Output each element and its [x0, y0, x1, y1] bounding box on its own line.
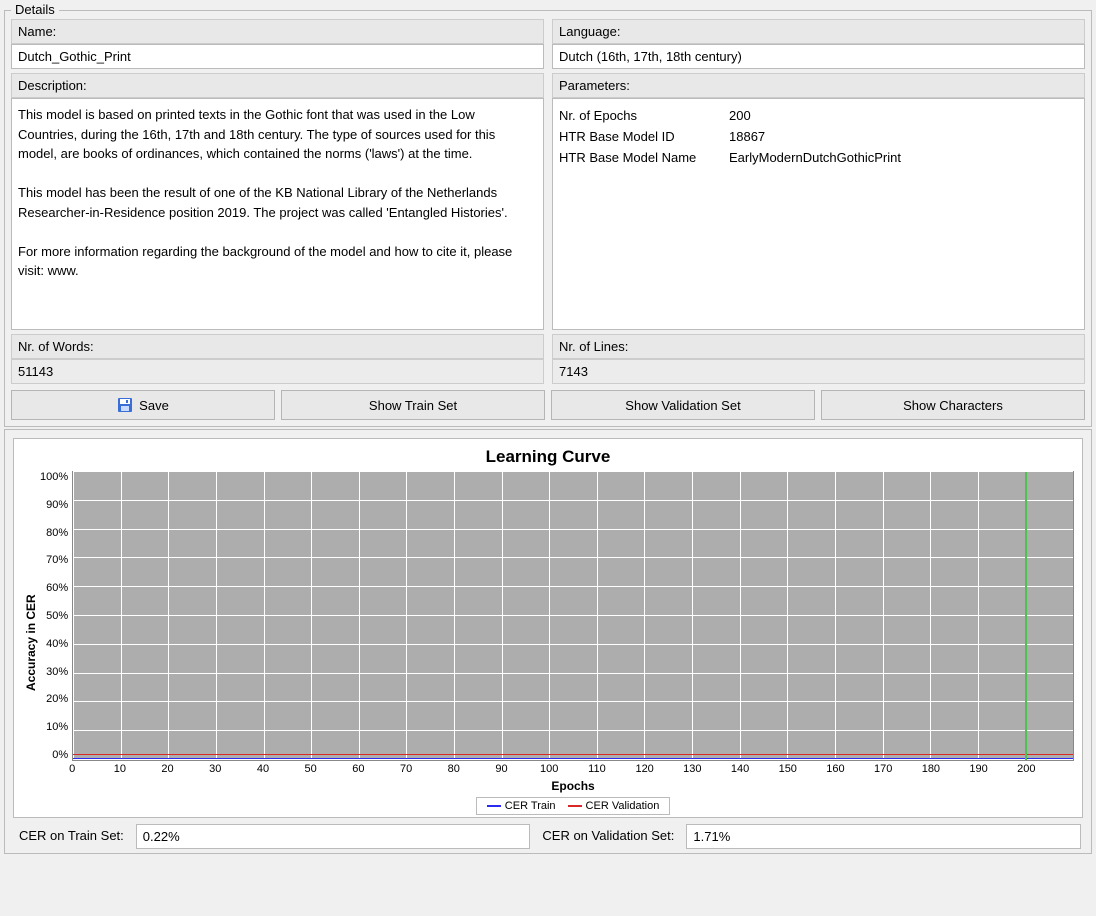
x-tick: 40 — [257, 763, 269, 775]
epoch-marker — [1025, 472, 1027, 760]
series-cer-train — [73, 758, 1073, 760]
y-tick: 60% — [40, 582, 68, 594]
y-tick: 10% — [40, 721, 68, 733]
x-tick: 180 — [922, 763, 940, 775]
y-tick: 40% — [40, 638, 68, 650]
x-tick: 30 — [209, 763, 221, 775]
y-axis-label: Accuracy in CER — [22, 471, 40, 815]
show-train-set-label: Show Train Set — [369, 398, 457, 413]
parameters-box: Nr. of Epochs200HTR Base Model ID18867HT… — [552, 98, 1085, 330]
details-legend: Details — [11, 2, 59, 17]
x-tick: 190 — [969, 763, 987, 775]
parameter-key: Nr. of Epochs — [559, 105, 729, 126]
show-validation-set-label: Show Validation Set — [625, 398, 740, 413]
y-tick: 80% — [40, 527, 68, 539]
show-validation-set-button[interactable]: Show Validation Set — [551, 390, 815, 420]
legend-label: CER Train — [505, 800, 556, 812]
legend-swatch — [568, 805, 582, 807]
description-label: Description: — [11, 73, 544, 98]
x-tick: 160 — [826, 763, 844, 775]
parameter-value: 18867 — [729, 126, 909, 147]
save-button-label: Save — [139, 398, 169, 413]
learning-curve-chart: Learning Curve Accuracy in CER 100%90%80… — [13, 438, 1083, 818]
show-characters-button[interactable]: Show Characters — [821, 390, 1085, 420]
legend-label: CER Validation — [586, 800, 660, 812]
parameter-key: HTR Base Model Name — [559, 147, 729, 168]
x-tick: 60 — [352, 763, 364, 775]
legend-item: CER Validation — [568, 800, 660, 812]
x-tick: 90 — [495, 763, 507, 775]
plot-area[interactable] — [72, 471, 1074, 761]
chart-panel: Learning Curve Accuracy in CER 100%90%80… — [4, 429, 1092, 854]
x-tick: 150 — [779, 763, 797, 775]
nr-lines-label: Nr. of Lines: — [552, 334, 1085, 359]
show-train-set-button[interactable]: Show Train Set — [281, 390, 545, 420]
y-tick: 30% — [40, 666, 68, 678]
x-axis-label: Epochs — [72, 779, 1074, 793]
y-axis-ticks: 100% 90% 80% 70% 60% 50% 40% 30% 20% 10% 0% — [40, 471, 72, 761]
x-tick: 20 — [161, 763, 173, 775]
name-label: Name: — [11, 19, 544, 44]
parameter-value: 200 — [729, 105, 909, 126]
x-axis-ticks: 0 10 20 30 40 50 60 70 80 90 100 110 120 130 140 150 160… — [72, 763, 1074, 777]
cer-validation-value: 1.71% — [686, 824, 1081, 849]
x-tick: 200 — [1017, 763, 1035, 775]
parameter-key: HTR Base Model ID — [559, 126, 729, 147]
parameter-row: HTR Base Model ID18867 — [559, 126, 909, 147]
x-tick: 120 — [635, 763, 653, 775]
parameter-value: EarlyModernDutchGothicPrint — [729, 147, 909, 168]
y-tick: 0% — [40, 749, 68, 761]
y-tick: 50% — [40, 610, 68, 622]
x-tick: 110 — [588, 763, 606, 775]
description-textarea[interactable] — [11, 98, 544, 330]
nr-words-label: Nr. of Words: — [11, 334, 544, 359]
parameter-row: HTR Base Model NameEarlyModernDutchGothi… — [559, 147, 909, 168]
legend-swatch — [487, 805, 501, 807]
parameter-row: Nr. of Epochs200 — [559, 105, 909, 126]
chart-legend: CER Train CER Validation — [476, 797, 671, 815]
y-tick: 100% — [40, 471, 68, 483]
save-button[interactable]: Save — [11, 390, 275, 420]
chart-title: Learning Curve — [22, 447, 1074, 467]
cer-train-label: CER on Train Set: — [15, 824, 128, 849]
series-cer-validation — [73, 754, 1073, 756]
x-tick: 10 — [114, 763, 126, 775]
x-tick: 130 — [683, 763, 701, 775]
y-tick: 20% — [40, 693, 68, 705]
y-tick: 90% — [40, 499, 68, 511]
name-input[interactable] — [11, 44, 544, 69]
language-label: Language: — [552, 19, 1085, 44]
details-panel: Details Name: Language: Description: Par… — [4, 10, 1092, 427]
x-tick: 70 — [400, 763, 412, 775]
x-tick: 140 — [731, 763, 749, 775]
x-tick: 100 — [540, 763, 558, 775]
x-tick: 0 — [69, 763, 75, 775]
y-tick: 70% — [40, 554, 68, 566]
parameters-label: Parameters: — [552, 73, 1085, 98]
cer-validation-label: CER on Validation Set: — [538, 824, 678, 849]
save-icon — [117, 397, 133, 413]
language-input[interactable] — [552, 44, 1085, 69]
x-tick: 170 — [874, 763, 892, 775]
nr-lines-value: 7143 — [552, 359, 1085, 384]
legend-item: CER Train — [487, 800, 556, 812]
nr-words-value: 51143 — [11, 359, 544, 384]
x-tick: 50 — [305, 763, 317, 775]
cer-train-value: 0.22% — [136, 824, 531, 849]
show-characters-label: Show Characters — [903, 398, 1003, 413]
x-tick: 80 — [448, 763, 460, 775]
